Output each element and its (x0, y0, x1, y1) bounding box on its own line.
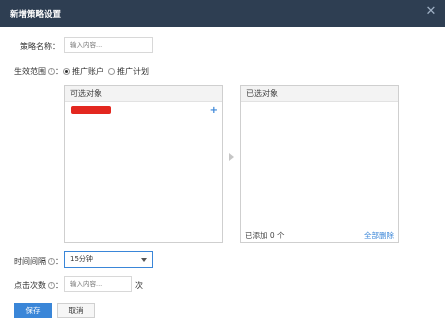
selected-objects-title: 已选对象 (241, 86, 398, 102)
save-button[interactable]: 保存 (14, 303, 52, 318)
redacted-item[interactable] (71, 106, 111, 114)
radio-promo-account[interactable]: 推广账户 (63, 66, 104, 77)
scope-radio-group: 推广账户 推广计划 (63, 66, 153, 77)
radio-promo-account-label: 推广账户 (72, 67, 104, 76)
scope-label-text: 生效范围 (14, 67, 46, 76)
clicks-label: 点击次数 i： (14, 280, 63, 291)
close-icon[interactable]: ✕ (423, 4, 439, 20)
clicks-label-colon: ： (55, 281, 63, 290)
interval-label-colon: ： (55, 257, 63, 266)
interval-select[interactable]: 15分钟 (64, 251, 153, 268)
radio-unchecked-icon (108, 68, 115, 75)
radio-checked-icon (63, 68, 70, 75)
available-objects-panel: 可选对象 + (64, 85, 223, 243)
scope-label: 生效范围 i： (14, 66, 63, 77)
dialog-title: 新增策略设置 (10, 10, 62, 20)
cancel-button[interactable]: 取消 (57, 303, 95, 318)
interval-value: 15分钟 (70, 255, 93, 263)
dialog-titlebar: 新增策略设置 ✕ (0, 0, 445, 27)
chevron-down-icon (141, 258, 147, 262)
clicks-unit: 次 (135, 281, 143, 290)
plus-icon[interactable]: + (210, 105, 218, 116)
interval-label: 时间间隔 i： (14, 256, 63, 267)
selected-footer: 已添加 0 个 全部删除 (241, 228, 398, 242)
scope-label-colon: ： (55, 67, 63, 76)
info-icon: i (48, 68, 55, 75)
clicks-label-text: 点击次数 (14, 281, 46, 290)
radio-promo-plan[interactable]: 推广计划 (108, 66, 149, 77)
clicks-input[interactable] (64, 276, 132, 292)
selected-count: 已添加 0 个 (245, 230, 285, 240)
radio-promo-plan-label: 推广计划 (117, 67, 149, 76)
selected-objects-panel: 已选对象 已添加 0 个 全部删除 (240, 85, 399, 243)
clear-all-link[interactable]: 全部删除 (364, 230, 394, 241)
interval-label-text: 时间间隔 (14, 257, 46, 266)
strategy-name-label: 策略名称： (20, 42, 60, 51)
available-objects-title: 可选对象 (65, 86, 222, 102)
info-icon: i (48, 258, 55, 265)
transfer-arrow-icon[interactable] (229, 153, 234, 161)
info-icon: i (48, 282, 55, 289)
strategy-name-input[interactable] (64, 37, 153, 53)
